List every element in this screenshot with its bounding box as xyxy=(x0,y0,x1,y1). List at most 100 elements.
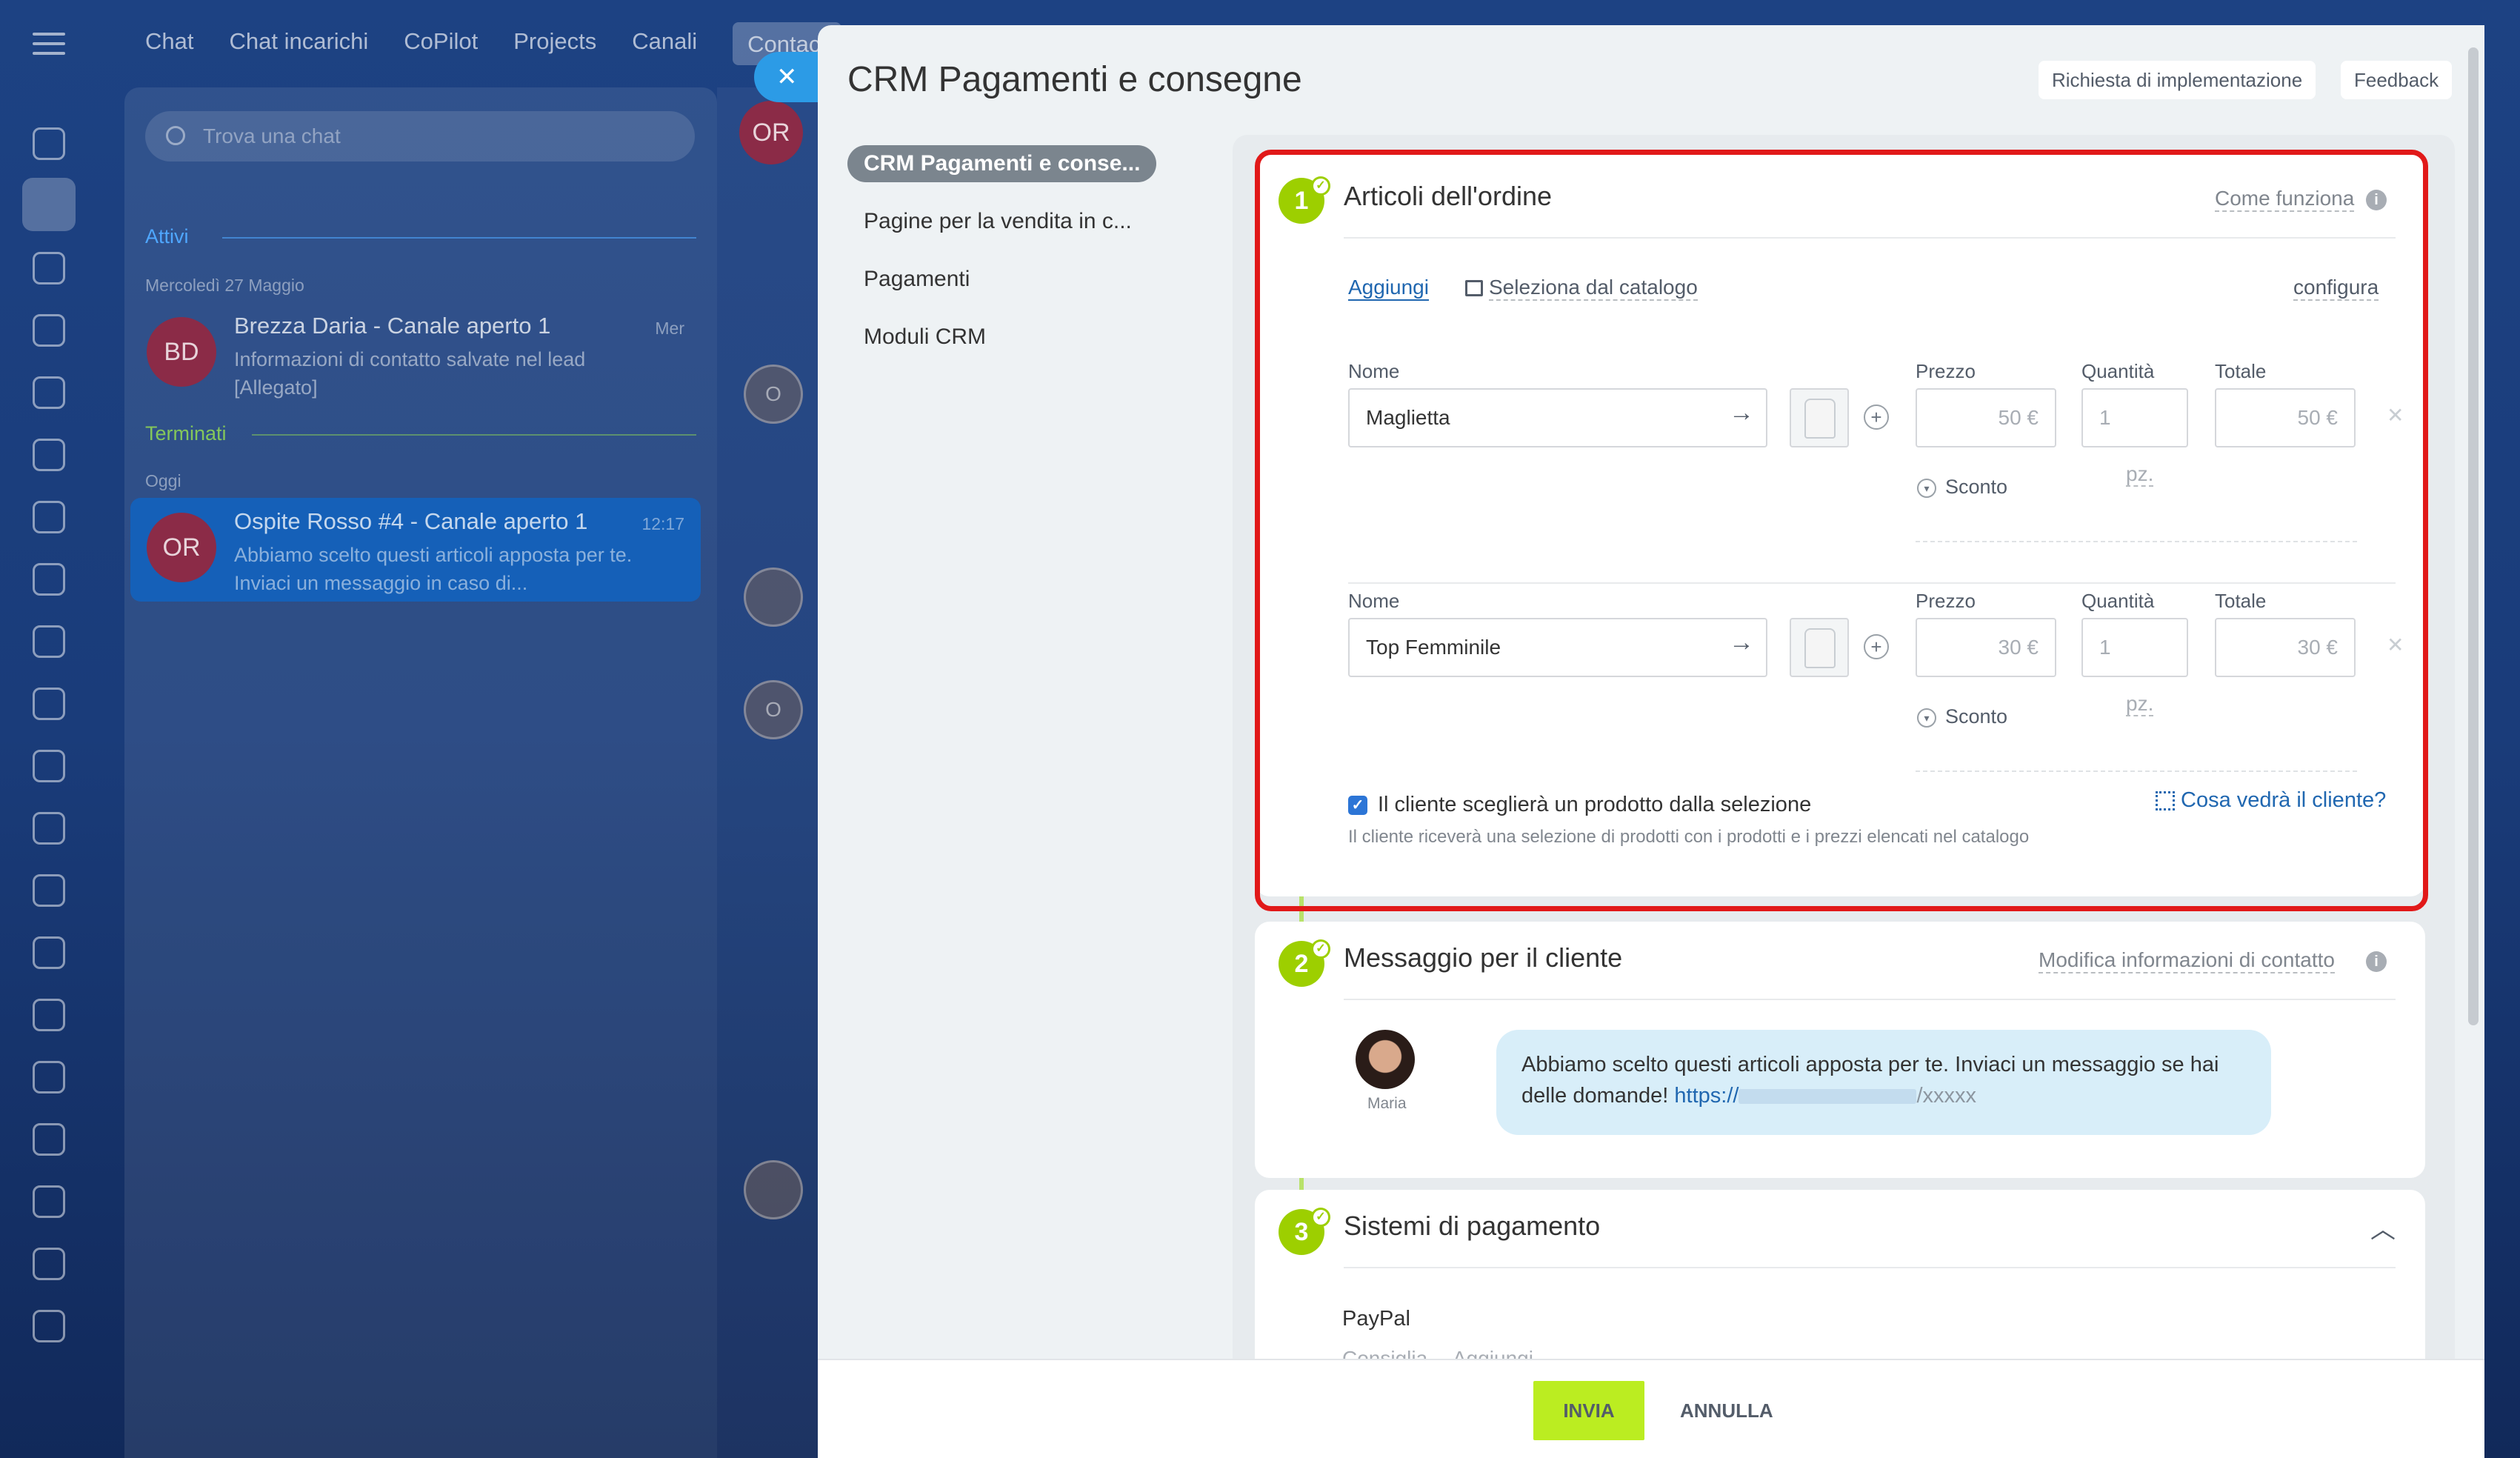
date-label: Mercoledì 27 Maggio xyxy=(145,276,304,295)
message-link-tail: /xxxxx xyxy=(1916,1084,1976,1108)
total-input: 30 € xyxy=(2215,618,2356,677)
avatar: BD xyxy=(147,317,216,387)
product-name-input[interactable]: Top Femminile xyxy=(1348,618,1767,677)
chat-item[interactable]: BD Brezza Daria - Canale aperto 1 Mer In… xyxy=(130,302,701,406)
sender-name: Maria xyxy=(1367,1095,1407,1112)
info-icon[interactable]: i xyxy=(2366,190,2387,210)
product-image[interactable] xyxy=(1790,388,1849,447)
how-it-works-link[interactable]: Come funziona xyxy=(2215,187,2355,212)
edit-contact-info-link[interactable]: Modifica informazioni di contatto xyxy=(2039,948,2335,973)
remove-icon[interactable]: ✕ xyxy=(2387,633,2404,657)
side-nav-item-payments[interactable]: Pagamenti xyxy=(847,261,1156,298)
add-product-link[interactable]: Aggiungi xyxy=(1348,276,1429,301)
nav-tab-chat[interactable]: Chat xyxy=(145,28,193,65)
nav-tab-copilot[interactable]: CoPilot xyxy=(404,28,478,65)
customer-preview-link[interactable]: Cosa vedrà il cliente? xyxy=(2181,788,2386,813)
chat-search-placeholder: Trova una chat xyxy=(203,124,341,147)
arrow-right-icon[interactable]: → xyxy=(1729,399,1754,427)
plus-icon[interactable]: + xyxy=(1864,405,1889,430)
price-label: Prezzo xyxy=(1916,590,1976,612)
feedback-button[interactable]: Feedback xyxy=(2341,61,2453,99)
price-input[interactable]: 30 € xyxy=(1916,618,2056,677)
avatar xyxy=(744,567,803,627)
configure-link[interactable]: configura xyxy=(2293,276,2379,301)
card-icon[interactable] xyxy=(33,874,65,907)
cart-icon[interactable] xyxy=(33,812,65,845)
discount-toggle[interactable]: Sconto xyxy=(1945,705,2007,728)
filter-icon[interactable] xyxy=(33,750,65,782)
send-button[interactable]: INVIA xyxy=(1533,1381,1644,1440)
implementation-request-button[interactable]: Richiesta di implementazione xyxy=(2039,61,2316,99)
menu-icon[interactable] xyxy=(33,33,65,56)
sign-icon[interactable] xyxy=(33,1185,65,1218)
nav-tab-chat-tasks[interactable]: Chat incarichi xyxy=(229,28,368,65)
chat-list-panel: Trova una chat Attivi Mercoledì 27 Maggi… xyxy=(124,87,717,1458)
avatar: OR xyxy=(147,513,216,582)
chat-time: 12:17 xyxy=(641,514,684,533)
message-bubble[interactable]: Abbiamo scelto questi articoli apposta p… xyxy=(1496,1030,2271,1135)
check-icon: ✓ xyxy=(1311,939,1330,959)
side-nav-item-crm-forms[interactable]: Moduli CRM xyxy=(847,319,1156,356)
drive-icon[interactable] xyxy=(33,501,65,533)
quantity-input[interactable]: 1 pz. xyxy=(2081,388,2188,487)
page-title: CRM Pagamenti e consegne xyxy=(847,60,1302,99)
avatar: O xyxy=(744,364,803,424)
chat-item-selected[interactable]: OR Ospite Rosso #4 - Canale aperto 1 12:… xyxy=(130,498,701,602)
unit-selector[interactable]: pz. xyxy=(2126,462,2154,487)
edit-doc-icon[interactable] xyxy=(33,1123,65,1156)
unit-selector[interactable]: pz. xyxy=(2126,692,2154,716)
chat-preview: Informazioni di contatto salvate nel lea… xyxy=(234,348,586,399)
price-input[interactable]: 50 € xyxy=(1916,388,2056,447)
divider xyxy=(1916,770,2357,772)
chat-header-strip: OR O O xyxy=(717,87,822,1458)
message-link[interactable]: https:// xyxy=(1674,1084,1739,1108)
chat-title: Ospite Rosso #4 - Canale aperto 1 xyxy=(234,508,588,534)
contacts-icon[interactable] xyxy=(33,563,65,596)
product-name-input[interactable]: Maglietta xyxy=(1348,388,1767,447)
top-icon xyxy=(1804,628,1836,668)
nav-tab-channels[interactable]: Canali xyxy=(632,28,697,65)
library-icon[interactable] xyxy=(33,936,65,969)
robot-icon[interactable] xyxy=(33,1248,65,1280)
total-label: Totale xyxy=(2215,590,2267,612)
divider xyxy=(1344,999,2396,1000)
inbox-icon[interactable] xyxy=(33,625,65,658)
cancel-button[interactable]: ANNULLA xyxy=(1661,1381,1793,1440)
info-icon[interactable]: i xyxy=(2366,951,2387,972)
side-nav-item-crm-payments[interactable]: CRM Pagamenti e conse... xyxy=(847,145,1157,182)
chevron-down-icon[interactable]: ▾ xyxy=(1917,708,1936,728)
crm-icon[interactable] xyxy=(33,314,65,347)
scrollbar[interactable] xyxy=(2468,47,2479,1025)
crm-payment-panel: CRM Pagamenti e consegne Richiesta di im… xyxy=(818,25,2484,1458)
nav-tab-projects[interactable]: Projects xyxy=(513,28,596,65)
chat-time: Mer xyxy=(655,319,684,338)
close-panel-button[interactable]: ✕ xyxy=(754,52,821,102)
tasks-icon[interactable] xyxy=(33,252,65,284)
select-from-catalog-link[interactable]: Seleziona dal catalogo xyxy=(1489,276,1698,301)
chevron-down-icon[interactable]: ▾ xyxy=(1917,479,1936,498)
store-icon[interactable] xyxy=(33,1310,65,1342)
quantity-value: 1 xyxy=(2099,406,2111,429)
chat-rail-item[interactable] xyxy=(22,178,76,231)
customer-selection-label: Il cliente sceglierà un prodotto dalla s… xyxy=(1378,793,1812,816)
section-active-label: Attivi xyxy=(145,225,189,247)
product-image[interactable] xyxy=(1790,618,1849,677)
plus-icon[interactable]: + xyxy=(1864,634,1889,659)
chevron-up-icon[interactable]: ︿ xyxy=(2370,1209,2396,1245)
mail-icon[interactable] xyxy=(33,688,65,720)
customer-selection-checkbox[interactable]: ✓ xyxy=(1348,796,1367,815)
arrow-right-icon[interactable]: → xyxy=(1729,628,1754,657)
quantity-input[interactable]: 1 pz. xyxy=(2081,618,2188,716)
remove-icon[interactable]: ✕ xyxy=(2387,403,2404,427)
calendar-icon[interactable] xyxy=(33,439,65,471)
analytics-icon[interactable] xyxy=(33,1061,65,1094)
side-nav-item-sales-pages[interactable]: Pagine per la vendita in c... xyxy=(847,203,1156,240)
discount-toggle[interactable]: Sconto xyxy=(1945,476,2007,499)
total-input: 50 € xyxy=(2215,388,2356,447)
chat-preview: Abbiamo scelto questi articoli apposta p… xyxy=(234,544,633,594)
documents-icon[interactable] xyxy=(33,376,65,409)
feed-icon[interactable] xyxy=(33,127,65,160)
payment-systems-title: Sistemi di pagamento xyxy=(1344,1211,1601,1241)
schedule-icon[interactable] xyxy=(33,999,65,1031)
chat-search-input[interactable]: Trova una chat xyxy=(145,111,695,162)
